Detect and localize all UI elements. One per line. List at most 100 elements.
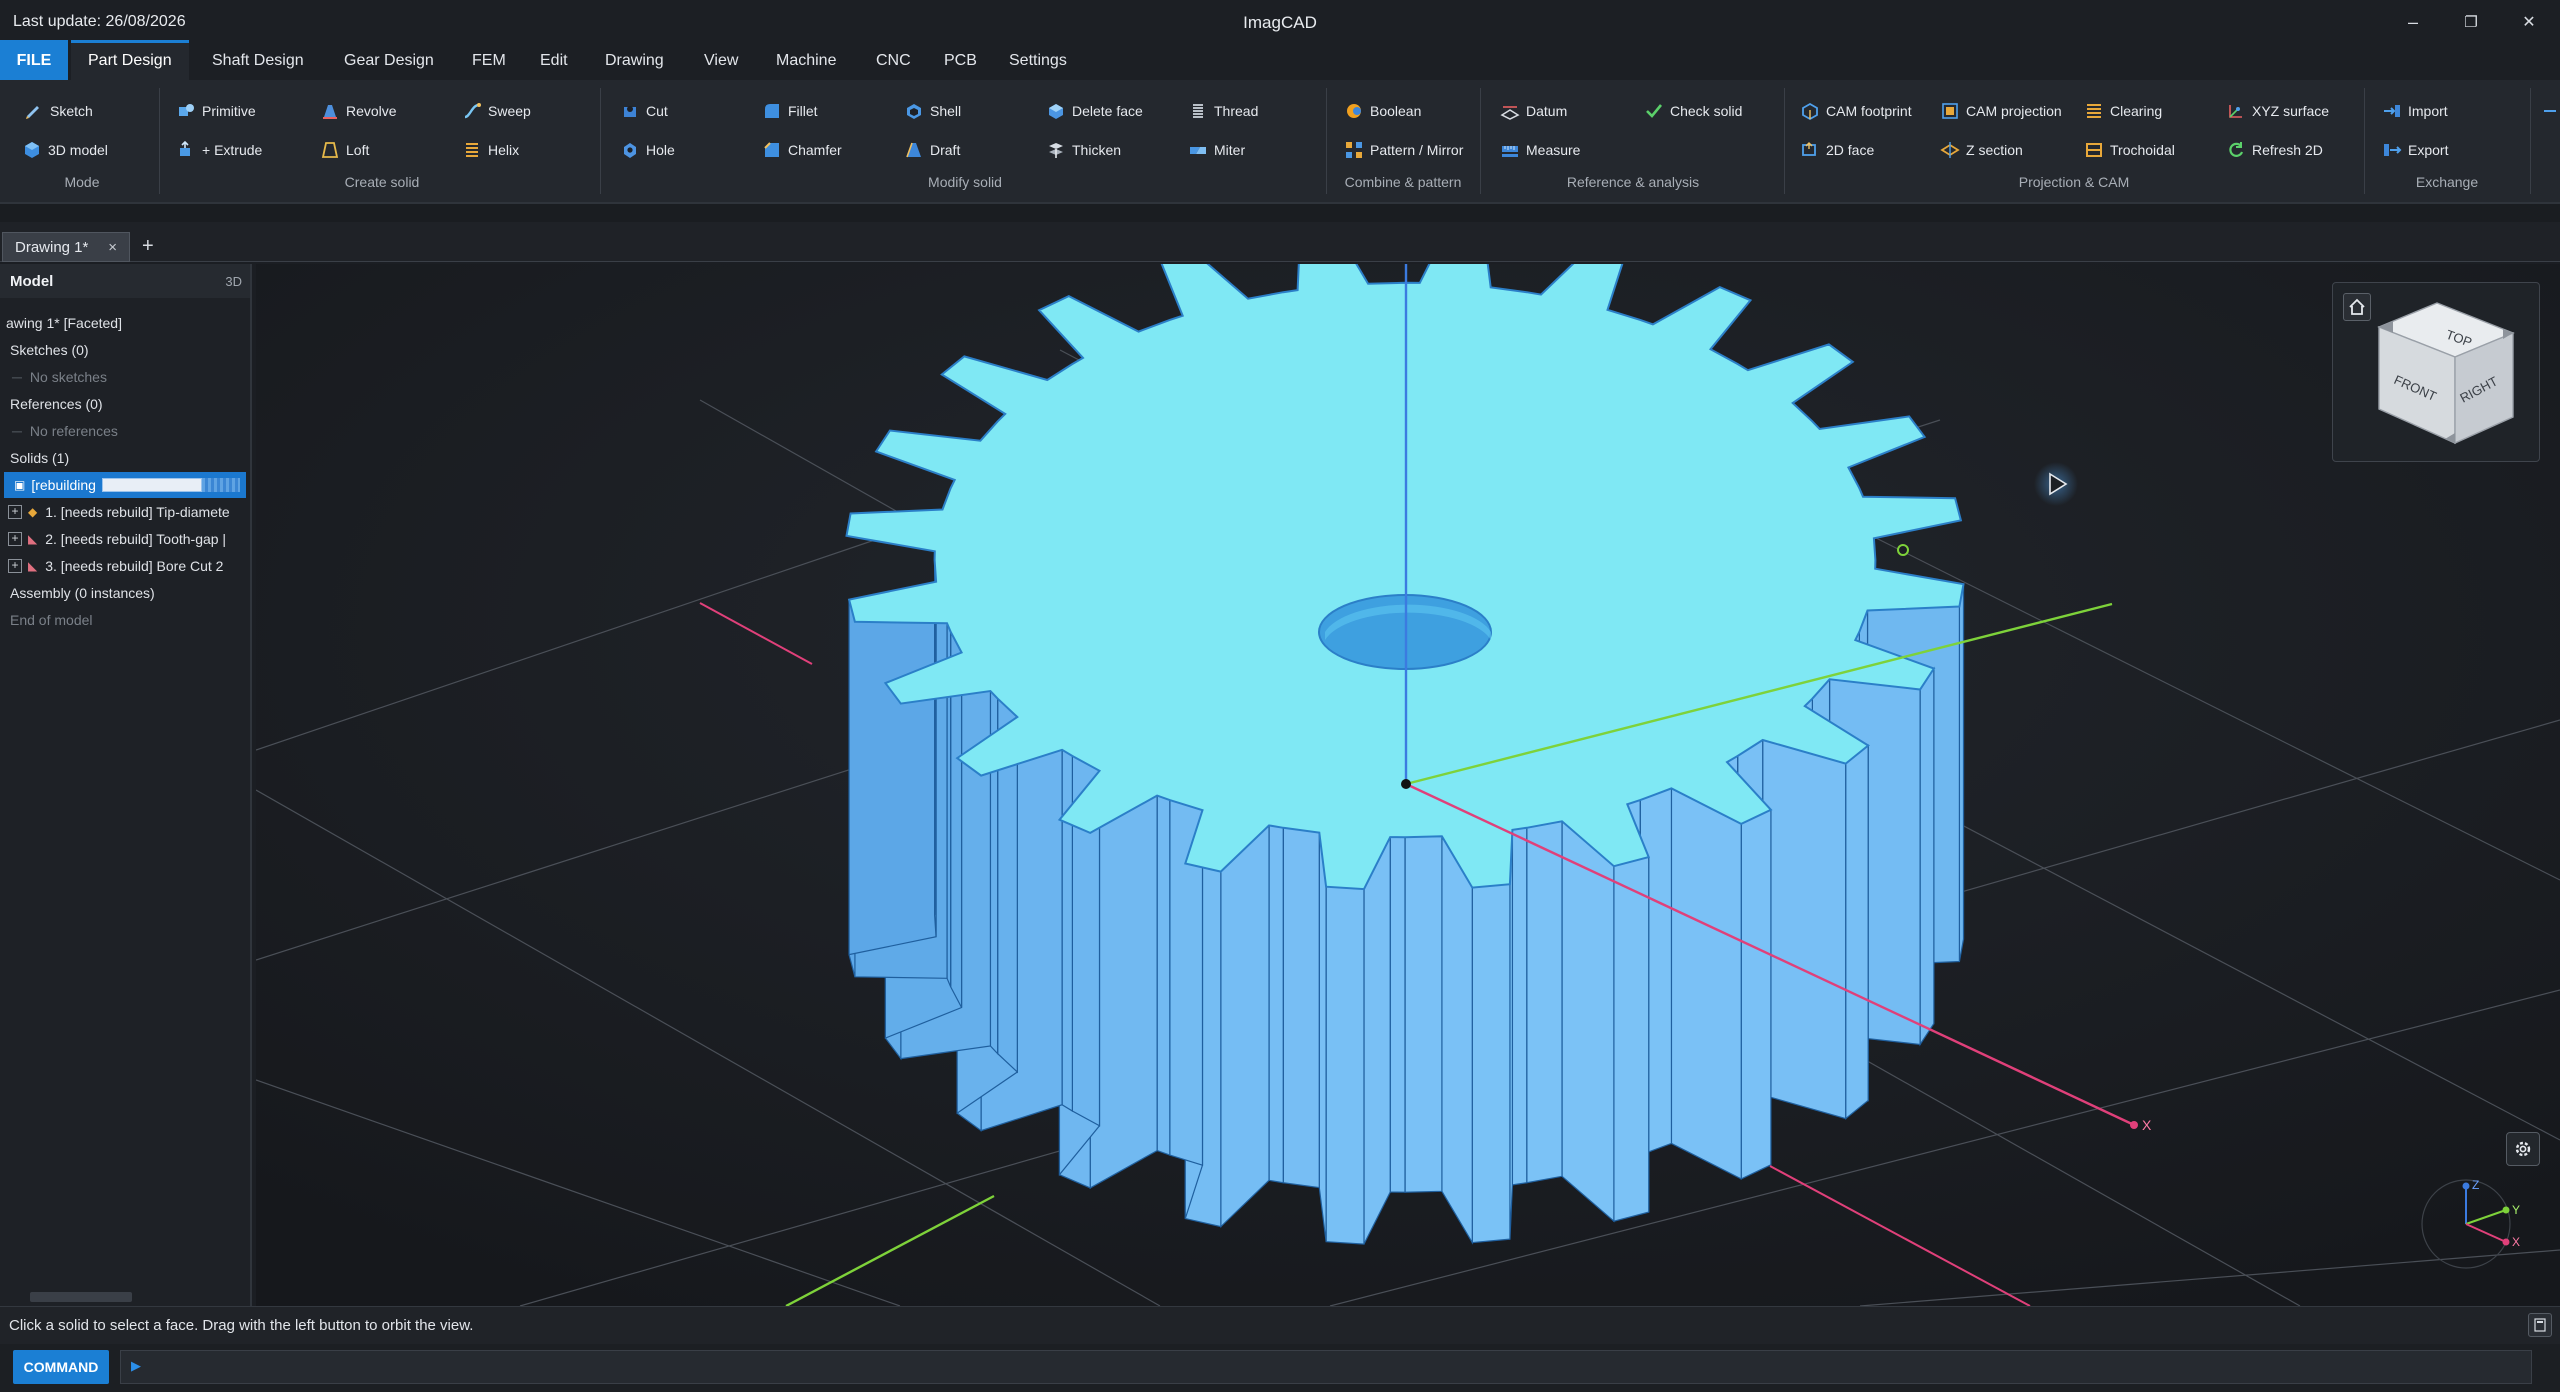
menu-pcb[interactable]: PCB [927, 40, 994, 80]
y-axis-point[interactable] [1897, 544, 1909, 556]
sweep-button[interactable]: Sweep [462, 96, 531, 126]
restore-button[interactable]: ❐ [2442, 0, 2500, 44]
sketch-button[interactable]: Sketch [24, 96, 93, 126]
loft-icon [320, 140, 340, 160]
tree-document-node[interactable]: awing 1* [Faceted] [0, 310, 250, 336]
miter-button[interactable]: Miter [1188, 135, 1245, 165]
cube-label-top: TOP [2444, 327, 2474, 350]
origin-point[interactable] [1401, 779, 1411, 789]
viewport-settings-button[interactable] [2506, 1132, 2540, 1166]
extrude-button[interactable]: + Extrude [176, 135, 262, 165]
menu-edit[interactable]: Edit [523, 40, 585, 80]
home-view-button[interactable] [2343, 293, 2371, 321]
gear-side-face [1089, 794, 1158, 1189]
view-cube-panel[interactable]: TOP FRONT RIGHT [2332, 282, 2540, 462]
menu-view[interactable]: View [687, 40, 755, 80]
group-label-create-solid: Create solid [344, 174, 420, 190]
expand-icon[interactable]: + [8, 559, 22, 573]
close-window-button[interactable]: ✕ [2500, 0, 2558, 44]
tree-feature-1[interactable]: + ◆ 1. [needs rebuild] Tip-diamete [0, 499, 250, 525]
helix-button[interactable]: Helix [462, 135, 519, 165]
3d-model-button[interactable]: 3D model [22, 135, 108, 165]
refresh-icon [2226, 140, 2246, 160]
tab-close-icon[interactable]: × [108, 239, 117, 256]
expand-icon[interactable]: + [8, 532, 22, 546]
cam-footprint-button[interactable]: CAM footprint [1800, 96, 1912, 126]
delete-face-label: Delete face [1072, 103, 1143, 119]
cube-corner-handles[interactable] [2379, 321, 2513, 443]
thicken-button[interactable]: Thicken [1046, 135, 1121, 165]
pattern-mirror-button[interactable]: Pattern / Mirror [1344, 135, 1463, 165]
menu-file[interactable]: FILE [0, 40, 68, 80]
menu-settings[interactable]: Settings [992, 40, 1084, 80]
delete-face-button[interactable]: Delete face [1046, 96, 1143, 126]
tree-assembly-node[interactable]: Assembly (0 instances) [0, 580, 250, 606]
primitive-button[interactable]: Primitive [176, 96, 256, 126]
tree-feature-2[interactable]: + ◣ 2. [needs rebuild] Tooth-gap | [0, 526, 250, 552]
chamfer-button[interactable]: Chamfer [762, 135, 842, 165]
command-input[interactable] [120, 1350, 2532, 1384]
z-section-button[interactable]: Z section [1940, 135, 2023, 165]
ribbon-toolbar: Sketch 3D model Mode Primitive + Extrude… [0, 80, 2560, 204]
3d-scene[interactable]: X [256, 264, 2560, 1306]
tree-horizontal-scrollbar[interactable] [30, 1292, 132, 1302]
menu-shaft-design[interactable]: Shaft Design [195, 40, 321, 80]
tree-solids-node[interactable]: Solids (1) [0, 445, 250, 471]
measure-button[interactable]: Measure [1500, 135, 1580, 165]
cube-face-top[interactable] [2377, 302, 2515, 358]
cam-projection-button[interactable]: CAM projection [1940, 96, 2062, 126]
minimize-button[interactable]: – [2384, 0, 2442, 44]
sweep-label: Sweep [488, 103, 531, 119]
boolean-button[interactable]: Boolean [1344, 96, 1421, 126]
gear-side-face [1740, 808, 1772, 1180]
tree-no-references: ─ No references [0, 418, 250, 444]
tree-line-icon: ─ [12, 369, 22, 385]
menu-drawing[interactable]: Drawing [588, 40, 681, 80]
cube-face-front[interactable] [2378, 325, 2456, 445]
z-section-label: Z section [1966, 142, 2023, 158]
ribbon-overflow-button[interactable] [2540, 96, 2560, 126]
menu-gear-design[interactable]: Gear Design [327, 40, 451, 80]
shell-button[interactable]: Shell [904, 96, 961, 126]
tree-references-node[interactable]: References (0) [0, 391, 250, 417]
datum-button[interactable]: Datum [1500, 96, 1567, 126]
check-solid-button[interactable]: Check solid [1644, 96, 1742, 126]
2d-face-button[interactable]: 2D face [1800, 135, 1874, 165]
draft-button[interactable]: Draft [904, 135, 960, 165]
xyz-surface-button[interactable]: XYZ surface [2226, 96, 2329, 126]
revolve-button[interactable]: Revolve [320, 96, 397, 126]
rebuilding-label: [rebuilding [31, 477, 96, 493]
revolve-icon [320, 101, 340, 121]
tab-drawing-1[interactable]: Drawing 1* × [2, 232, 130, 262]
cube-face-right[interactable] [2454, 331, 2514, 445]
xyz-surface-icon [2226, 101, 2246, 121]
clearing-button[interactable]: Clearing [2084, 96, 2162, 126]
gear-side-face [1268, 824, 1284, 1184]
menu-cnc[interactable]: CNC [859, 40, 928, 80]
shell-icon [904, 101, 924, 121]
cut-button[interactable]: Cut [620, 96, 668, 126]
hole-button[interactable]: Hole [620, 135, 675, 165]
3d-viewport[interactable]: X [256, 264, 2560, 1306]
tree-sketches-node[interactable]: Sketches (0) [0, 337, 250, 363]
calculator-button[interactable] [2528, 1313, 2552, 1337]
thread-button[interactable]: Thread [1188, 96, 1258, 126]
app-title: ImagCAD [1243, 13, 1317, 32]
menu-part-design[interactable]: Part Design [71, 40, 189, 80]
refresh-2d-button[interactable]: Refresh 2D [2226, 135, 2323, 165]
expand-icon[interactable]: + [8, 505, 22, 519]
trochoidal-button[interactable]: Trochoidal [2084, 135, 2175, 165]
fillet-icon [762, 101, 782, 121]
add-tab-button[interactable]: + [142, 235, 154, 258]
tree-solid-rebuilding[interactable]: ▣ [rebuilding [4, 472, 246, 498]
menu-machine[interactable]: Machine [759, 40, 853, 80]
menu-bar: FILE Part Design Shaft Design Gear Desig… [0, 40, 2560, 80]
loft-button[interactable]: Loft [320, 135, 369, 165]
import-button[interactable]: Import [2382, 96, 2448, 126]
triad-x-label: X [2512, 1235, 2520, 1249]
menu-fem[interactable]: FEM [455, 40, 523, 80]
tree-feature-3[interactable]: + ◣ 3. [needs rebuild] Bore Cut 2 [0, 553, 250, 579]
command-button[interactable]: COMMAND [13, 1350, 109, 1384]
fillet-button[interactable]: Fillet [762, 96, 818, 126]
export-button[interactable]: Export [2382, 135, 2448, 165]
